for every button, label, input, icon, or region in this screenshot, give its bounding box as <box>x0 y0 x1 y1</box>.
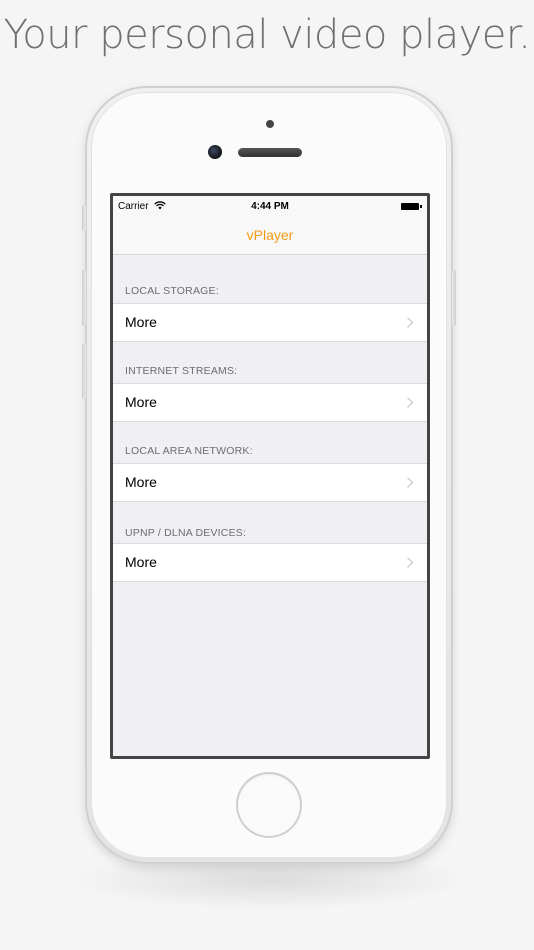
proximity-sensor <box>266 120 274 128</box>
app-screen: Carrier 4:44 PM vPlayer LOCAL STORAGE: M… <box>113 196 427 756</box>
section-header-upnp-dlna-devices: UPNP / DLNA DEVICES: <box>125 527 247 539</box>
earpiece-speaker <box>238 148 302 157</box>
mute-switch <box>82 205 86 231</box>
status-bar: Carrier 4:44 PM <box>113 196 427 216</box>
volume-down-button <box>82 343 86 399</box>
chevron-right-icon <box>407 397 413 408</box>
section-header-internet-streams: INTERNET STREAMS: <box>125 365 238 377</box>
volume-up-button <box>82 270 86 326</box>
promo-headline: Your personal video player. <box>3 12 531 58</box>
internet-streams-more-cell[interactable]: More <box>113 383 427 422</box>
chevron-right-icon <box>407 557 413 568</box>
chevron-right-icon <box>407 477 413 488</box>
upnp-dlna-more-cell[interactable]: More <box>113 543 427 582</box>
phone-screen: Carrier 4:44 PM vPlayer LOCAL STORAGE: M… <box>110 193 430 759</box>
cell-label: More <box>125 554 157 570</box>
front-camera <box>208 145 222 159</box>
battery-icon <box>401 203 422 210</box>
local-storage-more-cell[interactable]: More <box>113 303 427 342</box>
chevron-right-icon <box>407 317 413 328</box>
cell-label: More <box>125 394 157 410</box>
home-button <box>236 772 302 838</box>
cell-label: More <box>125 314 157 330</box>
navigation-bar: vPlayer <box>113 216 427 255</box>
status-time: 4:44 PM <box>251 201 289 212</box>
section-header-local-area-network: LOCAL AREA NETWORK: <box>125 445 253 457</box>
section-header-local-storage: LOCAL STORAGE: <box>125 285 219 297</box>
cell-label: More <box>125 474 157 490</box>
local-area-network-more-cell[interactable]: More <box>113 463 427 502</box>
nav-title: vPlayer <box>246 227 294 243</box>
power-button <box>452 270 456 326</box>
